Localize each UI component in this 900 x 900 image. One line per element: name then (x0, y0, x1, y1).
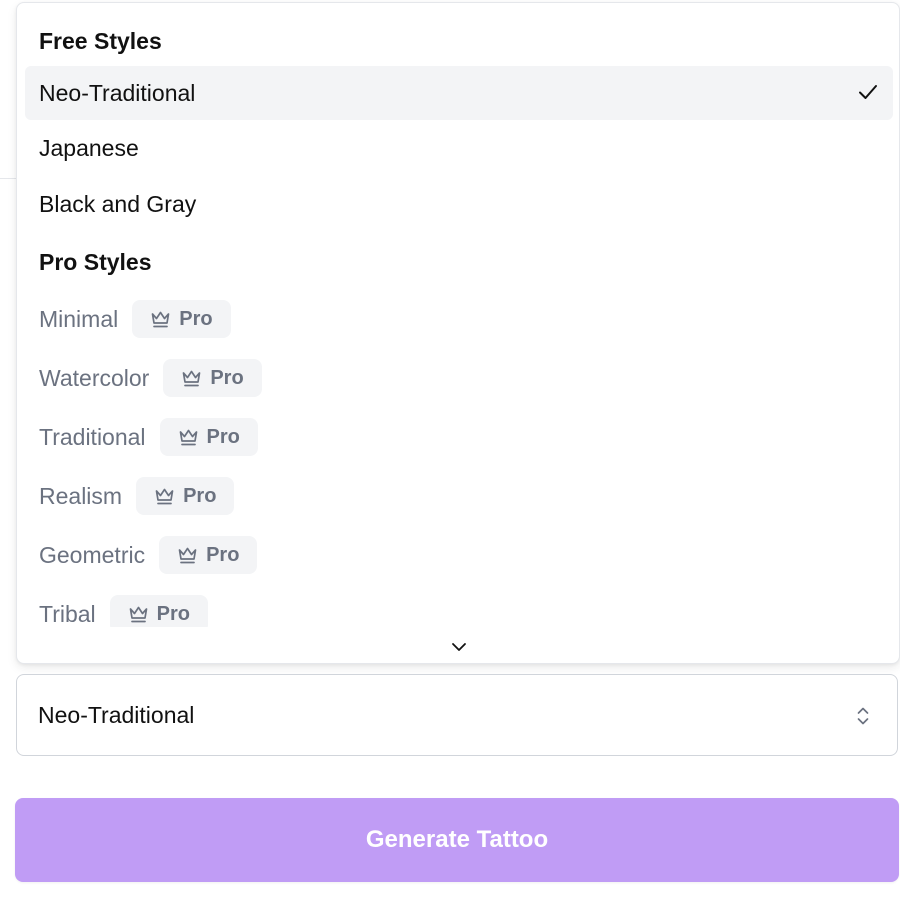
option-tribal[interactable]: Tribal Pro (25, 587, 893, 627)
page: Free Styles Neo-Traditional Japanese Bla… (0, 0, 900, 900)
pro-badge-label: Pro (183, 484, 217, 507)
chevron-up-down-icon (857, 707, 869, 725)
option-label: Neo-Traditional (39, 79, 196, 106)
option-minimal[interactable]: Minimal Pro (25, 292, 893, 346)
option-label: Black and Gray (39, 190, 197, 217)
option-label: Minimal (39, 305, 119, 332)
crown-icon (151, 311, 170, 327)
option-geometric[interactable]: Geometric Pro (25, 528, 893, 582)
option-label: Tribal (39, 600, 96, 627)
option-black-and-gray[interactable]: Black and Gray (25, 177, 893, 231)
option-neo-traditional[interactable]: Neo-Traditional (25, 66, 893, 120)
option-traditional[interactable]: Traditional Pro (25, 410, 893, 464)
generate-tattoo-button[interactable]: Generate Tattoo (15, 798, 899, 882)
pro-badge-label: Pro (179, 307, 213, 330)
crown-icon (129, 606, 148, 622)
pro-badge: Pro (136, 477, 235, 515)
pro-badge-label: Pro (210, 366, 244, 389)
crown-icon (182, 370, 201, 386)
option-label: Watercolor (39, 364, 150, 391)
option-label: Geometric (39, 541, 146, 568)
crown-icon (178, 547, 197, 563)
pro-badge-label: Pro (206, 425, 240, 448)
option-label: Japanese (39, 134, 139, 161)
style-select[interactable]: Neo-Traditional (16, 674, 898, 756)
crown-icon (155, 488, 174, 504)
pro-badge: Pro (163, 359, 262, 397)
crown-icon (179, 429, 197, 445)
check-icon (859, 85, 877, 99)
option-watercolor[interactable]: Watercolor Pro (25, 351, 893, 405)
pro-styles-group-label: Pro Styles (39, 249, 152, 275)
style-dropdown-list[interactable]: Free Styles Neo-Traditional Japanese Bla… (17, 3, 899, 627)
pro-badge-label: Pro (156, 602, 191, 625)
background-divider (0, 178, 16, 179)
free-styles-group-label: Free Styles (39, 28, 162, 54)
style-dropdown-menu: Free Styles Neo-Traditional Japanese Bla… (16, 2, 900, 664)
option-label: Traditional (39, 423, 146, 450)
pro-badge-label: Pro (206, 543, 240, 566)
option-realism[interactable]: Realism Pro (25, 469, 893, 523)
pro-badge: Pro (109, 595, 209, 627)
pro-badge: Pro (132, 300, 231, 338)
chevron-down-icon[interactable] (449, 637, 469, 657)
style-select-value: Neo-Traditional (38, 701, 195, 728)
pro-badge: Pro (159, 418, 258, 456)
option-label: Realism (39, 482, 123, 509)
option-japanese[interactable]: Japanese (25, 121, 893, 175)
pro-badge: Pro (159, 536, 258, 574)
